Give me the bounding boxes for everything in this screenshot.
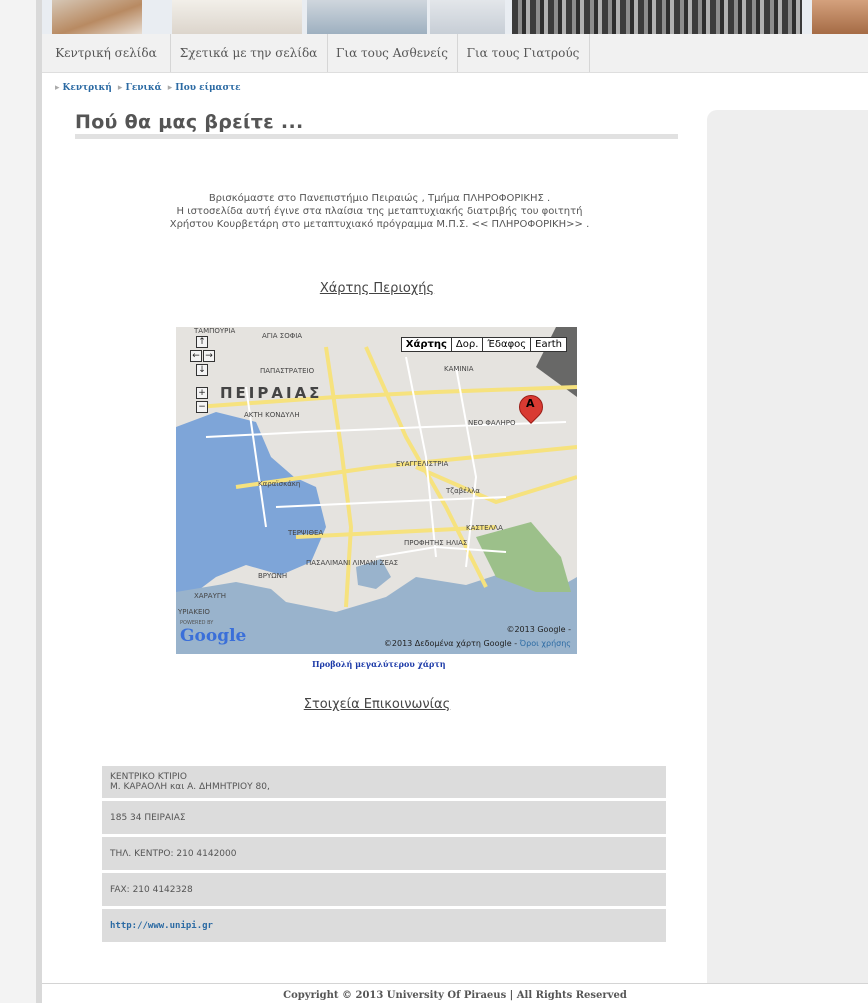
intro-text: Βρισκόμαστε στο Πανεπιστήμιο Πειραιώς , … (112, 192, 647, 231)
page: Κεντρική σελίδα Σχετικά με την σελίδα Γι… (42, 0, 868, 1003)
website-link[interactable]: http://www.unipi.gr (110, 921, 213, 931)
map-place-label: ΑΚΤΗ ΚΟΝΔΥΛΗ (244, 411, 300, 419)
breadcrumb: ▸ Κεντρική ▸ Γενικά ▸ Που είμαστε (52, 83, 241, 93)
zoom-in-icon[interactable]: + (196, 387, 208, 399)
intro-line: Χρήστου Κουρβετάρη στο μεταπτυχιακό πρόγ… (169, 219, 590, 230)
map-place-label: ΝΕΟ ΦΑΛΗΡΟ (468, 419, 516, 427)
map-type-tabs: Χάρτης Δορ. Έδαφος Earth (400, 337, 567, 352)
intro-line: Βρισκόμαστε στο Πανεπιστήμιο Πειραιώς , … (208, 193, 551, 204)
map-place-label: ΠΑΠΑΣΤΡΑΤΕΙΟ (260, 367, 315, 375)
banner-photo (812, 0, 868, 34)
pan-up-icon[interactable]: ↑ (196, 336, 208, 348)
map-tab-terrain[interactable]: Έδαφος (482, 337, 532, 352)
contact-value: 185 34 ΠΕΙΡΑΙΑΣ (110, 812, 186, 823)
map-tab-satellite[interactable]: Δορ. (450, 337, 484, 352)
title-underline (75, 134, 678, 139)
map-terms-link[interactable]: Όροι χρήσης (520, 639, 571, 648)
map-data-copyright: ©2013 Δεδομένα χάρτη Google - Όροι χρήση… (384, 639, 571, 648)
banner-photo (52, 0, 142, 34)
map-place-label: ΕΥΑΓΓΕΛΙΣΤΡΙΑ (396, 460, 449, 468)
contact-value: ΚΕΝΤΡΙΚΟ ΚΤΙΡΙΟ (110, 772, 187, 782)
contact-row-fax: FAX: 210 4142328 (102, 873, 666, 906)
map-canvas[interactable] (176, 327, 577, 654)
map-place-label: Καραϊσκάκη (258, 480, 301, 488)
breadcrumb-separator: ▸ (117, 83, 123, 93)
map-place-label: ΒΡΥΩΝΗ (258, 572, 288, 580)
banner-photo (172, 0, 302, 34)
google-logo[interactable]: Google (180, 626, 246, 646)
contact-row-address: ΚΕΝΤΡΙΚΟ ΚΤΙΡΙΟ Μ. ΚΑΡΑΟΛΗ και Α. ΔΗΜΗΤΡ… (102, 766, 666, 798)
breadcrumb-separator: ▸ (167, 83, 173, 93)
nav-item-patients[interactable]: Για τους Ασθενείς (327, 34, 458, 72)
left-gutter (0, 0, 36, 1003)
contact-value: Μ. ΚΑΡΑΟΛΗ και Α. ΔΗΜΗΤΡΙΟΥ 80, (110, 782, 270, 792)
map-place-label: Τζαβέλλα (446, 487, 480, 495)
page-title: Πού θα μας βρείτε ... (75, 111, 304, 133)
contact-row-website: http://www.unipi.gr (102, 909, 666, 942)
map-marker-label: A (526, 397, 535, 410)
intro-line: Η ιστοσελίδα αυτή έγινε στα πλαίσια της … (176, 206, 583, 217)
map-data-credit: ©2013 Δεδομένα χάρτη Google - (383, 639, 518, 648)
map-place-label: ΑΓΙΑ ΣΟΦΙΑ (262, 332, 303, 340)
contact-heading: Στοιχεία Επικοινωνίας (303, 697, 451, 712)
banner-photo (512, 0, 802, 34)
embedded-map[interactable]: ↑ ← → ↓ + − ΠΕΙΡΑΙΑΣ ΤΑΜΠΟΥΡΙΑ ΑΓΙΑ ΣΟΦΙ… (176, 327, 577, 654)
main-nav: Κεντρική σελίδα Σχετικά με την σελίδα Γι… (42, 34, 868, 73)
footer-divider (42, 983, 868, 984)
nav-item-about[interactable]: Σχετικά με την σελίδα (170, 34, 328, 72)
contact-value: ΤΗΛ. ΚΕΝΤΡΟ: 210 4142000 (110, 848, 237, 859)
header-banner (42, 0, 868, 34)
map-place-label: ΤΕΡΨΙΘΕΑ (288, 529, 324, 537)
map-place-label: ΠΡΟΦΗΤΗΣ ΗΛΙΑΣ (404, 539, 468, 547)
contact-table: ΚΕΝΤΡΙΚΟ ΚΤΙΡΙΟ Μ. ΚΑΡΑΟΛΗ και Α. ΔΗΜΗΤΡ… (102, 766, 666, 945)
map-place-label: ΚΑΜΙΝΙΑ (444, 365, 474, 373)
map-city-label: ΠΕΙΡΑΙΑΣ (220, 384, 323, 402)
breadcrumb-separator: ▸ (55, 83, 60, 93)
map-place-label: ΧΑΡΑΥΓΗ (194, 592, 227, 600)
breadcrumb-item-current[interactable]: Που είμαστε (175, 83, 240, 93)
nav-item-doctors[interactable]: Για τους Γιατρούς (457, 34, 590, 72)
breadcrumb-item-home[interactable]: Κεντρική (63, 83, 112, 93)
map-heading: Χάρτης Περιοχής (319, 281, 435, 296)
pan-right-icon[interactable]: → (203, 350, 215, 362)
contact-row-phone: ΤΗΛ. ΚΕΝΤΡΟ: 210 4142000 (102, 837, 666, 870)
map-place-label: ΚΑΣΤΕΛΛΑ (466, 524, 503, 532)
map-place-label: ΥΡΙΑΚΕΙΟ (178, 608, 210, 616)
banner-photo (307, 0, 427, 34)
footer-copyright: Copyright © 2013 University Of Piraeus |… (283, 990, 627, 1001)
contact-value: FAX: 210 4142328 (110, 884, 193, 895)
right-sidebar (707, 110, 868, 983)
nav-item-home[interactable]: Κεντρική σελίδα (42, 34, 171, 72)
breadcrumb-item-general[interactable]: Γενικά (125, 83, 161, 93)
map-copyright: ©2013 Google - (506, 625, 571, 634)
map-tab-map[interactable]: Χάρτης (400, 337, 452, 352)
zoom-out-icon[interactable]: − (196, 401, 208, 413)
pan-left-icon[interactable]: ← (190, 350, 202, 362)
map-tab-earth[interactable]: Earth (530, 337, 567, 352)
larger-map-link[interactable]: Προβολή μεγαλύτερου χάρτη (312, 659, 446, 669)
banner-photo (430, 0, 505, 34)
map-place-label: ΤΑΜΠΟΥΡΙΑ (194, 327, 236, 335)
pan-down-icon[interactable]: ↓ (196, 364, 208, 376)
contact-row-postal: 185 34 ΠΕΙΡΑΙΑΣ (102, 801, 666, 834)
map-place-label: ΠΑΣΑΛΙΜΑΝΙ ΛΙΜΑΝΙ ΖΕΑΣ (306, 559, 399, 567)
